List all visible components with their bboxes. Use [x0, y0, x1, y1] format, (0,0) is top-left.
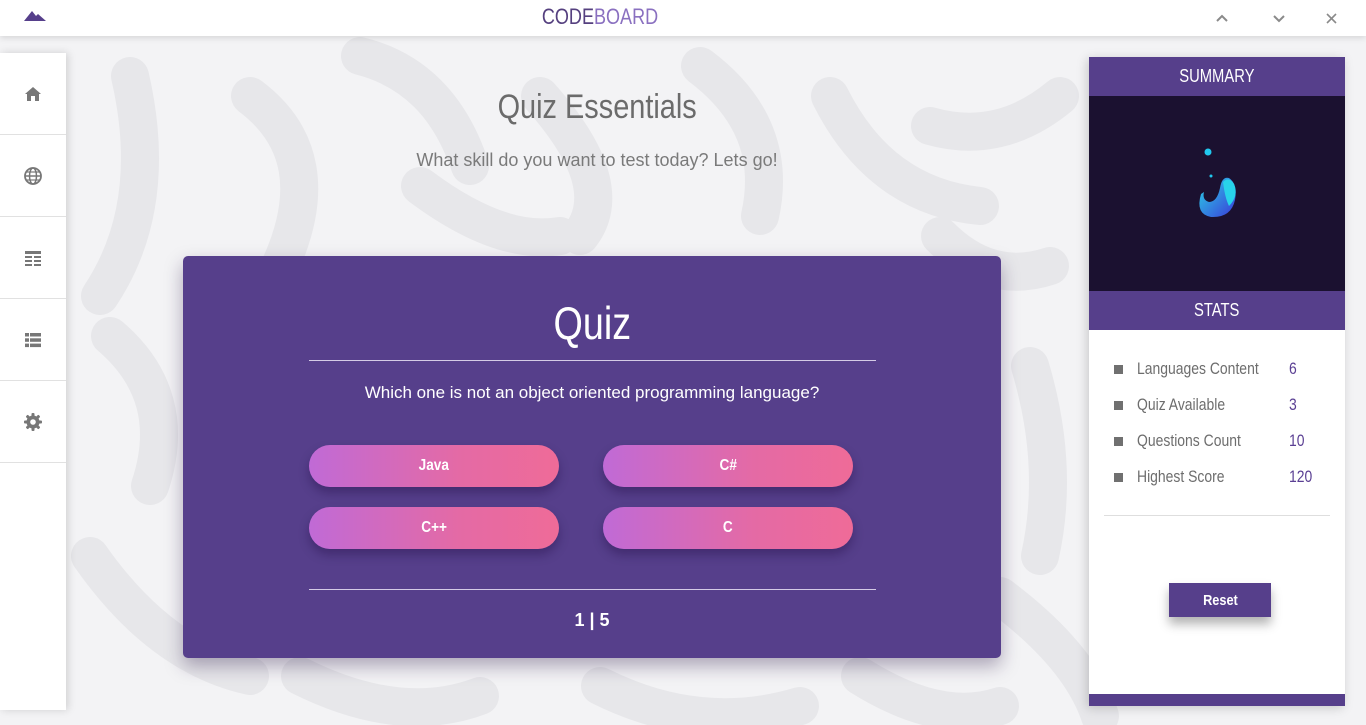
- sidebar-item-list[interactable]: [0, 299, 66, 381]
- answer-label: C++: [421, 519, 447, 536]
- splash-graphic-icon: [1199, 148, 1236, 218]
- quiz-card: Quiz Which one is not an object oriented…: [183, 256, 1001, 658]
- stat-row-score: Highest Score 120: [1114, 465, 1329, 501]
- stats-label: STATS: [1194, 300, 1240, 320]
- stat-row-languages: Languages Content 6: [1114, 357, 1329, 393]
- page-title: Quiz Essentials: [183, 88, 1011, 127]
- sidebar: [0, 53, 66, 710]
- globe-icon: [24, 166, 42, 185]
- title-bar: CODEBOARD: [0, 0, 1366, 36]
- stat-value: 120: [1289, 467, 1317, 487]
- stat-bullet: [1114, 401, 1123, 410]
- summary-label: SUMMARY: [1179, 66, 1255, 86]
- panel-divider: [1104, 515, 1330, 516]
- gear-icon: [24, 412, 42, 431]
- stat-value: 10: [1289, 431, 1308, 451]
- page-title-text: Quiz Essentials: [497, 88, 697, 126]
- sidebar-item-globe[interactable]: [0, 135, 66, 217]
- stat-row-questions: Questions Count 10: [1114, 429, 1329, 465]
- answer-button-c[interactable]: C: [603, 507, 853, 549]
- quiz-title: Quiz: [183, 296, 1001, 350]
- quiz-divider-top: [309, 360, 876, 361]
- stat-value: 3: [1289, 395, 1298, 415]
- answer-label: C: [723, 519, 733, 536]
- stat-label: Questions Count: [1137, 431, 1264, 451]
- stats-list: Languages Content 6 Quiz Available 3 Que…: [1114, 357, 1329, 501]
- sidebar-item-home[interactable]: [0, 53, 66, 135]
- stat-value-text: 6: [1289, 359, 1297, 378]
- stat-value-text: 120: [1289, 467, 1313, 486]
- stat-label-text: Questions Count: [1137, 431, 1241, 450]
- summary-header: SUMMARY: [1089, 57, 1345, 96]
- quiz-title-text: Quiz: [553, 297, 631, 349]
- stat-label-text: Highest Score: [1137, 467, 1225, 486]
- chevron-down-icon[interactable]: [1269, 8, 1289, 28]
- answer-label: Java: [418, 457, 450, 474]
- app-title: CODEBOARD: [108, 4, 1092, 30]
- stat-label-text: Quiz Available: [1137, 395, 1226, 414]
- summary-illustration: [1089, 96, 1345, 291]
- stat-bullet: [1114, 437, 1123, 446]
- app-title-code: CODE: [541, 4, 594, 29]
- summary-panel: SUMMARY STATS Languages Content 6 Quiz A…: [1089, 57, 1345, 706]
- mountain-logo-icon: [24, 11, 46, 21]
- answer-button-java[interactable]: Java: [309, 445, 559, 487]
- stat-label: Quiz Available: [1137, 395, 1244, 415]
- reset-label: Reset: [1202, 591, 1238, 609]
- answer-label: C#: [719, 457, 737, 474]
- sidebar-item-settings[interactable]: [0, 381, 66, 463]
- reset-button[interactable]: Reset: [1169, 583, 1271, 617]
- list-icon: [25, 332, 41, 347]
- stat-bullet: [1114, 473, 1123, 482]
- stats-header: STATS: [1089, 291, 1345, 330]
- stat-label: Highest Score: [1137, 467, 1244, 487]
- table-icon: [25, 250, 41, 266]
- panel-footer: [1089, 694, 1345, 706]
- quiz-question: Which one is not an object oriented prog…: [364, 383, 820, 402]
- stat-value-text: 10: [1289, 431, 1305, 450]
- chevron-up-icon[interactable]: [1212, 8, 1232, 28]
- sidebar-item-table[interactable]: [0, 217, 66, 299]
- app-title-board: BOARD: [593, 4, 659, 29]
- home-icon: [25, 86, 41, 101]
- stat-label-text: Languages Content: [1137, 359, 1259, 378]
- stat-bullet: [1114, 365, 1123, 374]
- answer-button-csharp[interactable]: C#: [603, 445, 853, 487]
- stat-value-text: 3: [1289, 395, 1297, 414]
- close-icon[interactable]: [1322, 8, 1342, 28]
- page-subtitle: What skill do you want to test today? Le…: [416, 150, 778, 170]
- stat-value: 6: [1289, 359, 1298, 379]
- stat-row-quiz: Quiz Available 3: [1114, 393, 1329, 429]
- answer-button-cpp[interactable]: C++: [309, 507, 559, 549]
- quiz-progress: 1 | 5: [574, 610, 610, 630]
- stat-label: Languages Content: [1137, 359, 1285, 379]
- quiz-divider-bottom: [309, 589, 876, 590]
